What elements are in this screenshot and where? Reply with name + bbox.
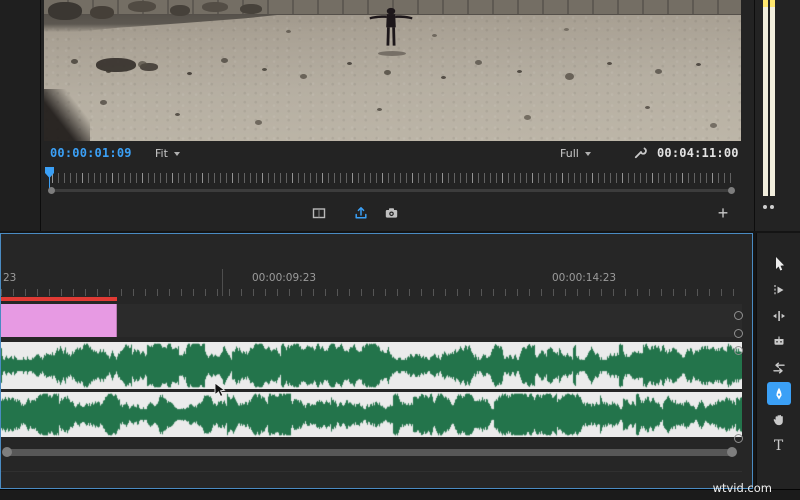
program-monitor-panel: 00:00:01:09 Fit Full 00:04:11:00 + xyxy=(0,0,800,231)
audio-waveform-2[interactable] xyxy=(1,392,742,437)
razor-icon xyxy=(774,336,783,345)
audio-track-1[interactable] xyxy=(1,342,742,389)
plus-icon: + xyxy=(717,203,729,223)
render-bar xyxy=(1,297,117,301)
track-collapse-toggle[interactable] xyxy=(734,346,743,355)
video-clip[interactable] xyxy=(1,304,117,337)
scrollbar-left-handle[interactable] xyxy=(48,187,55,194)
rock xyxy=(240,4,262,14)
add-panel-button[interactable]: + xyxy=(712,202,734,224)
export-frame-button[interactable] xyxy=(380,202,402,224)
playback-resolution-value: Full xyxy=(560,147,579,160)
wrench-icon xyxy=(634,147,647,158)
ruler-label: 23 xyxy=(3,272,17,284)
export-icon xyxy=(355,207,367,219)
scattered-stones xyxy=(44,0,49,3)
rock xyxy=(140,63,158,71)
ruler-marker-tick xyxy=(222,269,223,296)
audio-meter-right xyxy=(770,0,775,196)
audio-meters-panel xyxy=(754,0,800,231)
ripple-edit-tool[interactable] xyxy=(767,304,791,327)
track-collapse-toggle[interactable] xyxy=(734,434,743,443)
monitor-settings-button[interactable] xyxy=(630,144,650,164)
razor-tool[interactable] xyxy=(767,330,791,353)
tools-panel: T xyxy=(756,233,800,489)
rock xyxy=(128,1,156,12)
hand-icon xyxy=(773,414,783,425)
scrollbar-left-handle[interactable] xyxy=(2,447,12,457)
meter-dot xyxy=(770,205,774,209)
track-collapse-toggle[interactable] xyxy=(734,329,743,338)
video-preview xyxy=(44,0,741,141)
audio-track-2[interactable] xyxy=(1,392,742,437)
selection-arrow-icon xyxy=(775,256,784,270)
pen-tool[interactable] xyxy=(766,382,791,405)
monitor-button-bar: + xyxy=(44,197,744,231)
monitor-zoom-scrollbar[interactable] xyxy=(51,189,733,192)
zoom-level-value: Fit xyxy=(155,147,168,160)
hand-tool[interactable] xyxy=(767,408,791,431)
scrollbar-right-handle[interactable] xyxy=(728,187,735,194)
rock xyxy=(90,6,114,19)
comparison-view-icon xyxy=(312,208,326,219)
scrollbar-right-handle[interactable] xyxy=(727,447,737,457)
pen-icon xyxy=(775,387,782,400)
slip-tool[interactable] xyxy=(767,356,791,379)
rock xyxy=(96,58,136,72)
ripple-edit-icon xyxy=(772,310,785,321)
track-divider xyxy=(1,471,742,472)
shadow-corner xyxy=(44,89,90,141)
ruler-ticks xyxy=(1,289,742,296)
chevron-down-icon xyxy=(584,151,591,156)
playback-resolution-dropdown[interactable]: Full xyxy=(560,147,591,160)
type-tool[interactable]: T xyxy=(767,434,791,457)
timeline-panel: 23 00:00:09:23 00:00:14:23 xyxy=(0,233,753,489)
audio-waveform-1[interactable] xyxy=(1,342,742,389)
type-tool-icon: T xyxy=(773,437,784,454)
track-collapse-toggle[interactable] xyxy=(734,311,743,320)
ruler-label: 00:00:09:23 xyxy=(252,272,317,284)
current-timecode[interactable]: 00:00:01:09 xyxy=(50,146,132,160)
rock xyxy=(170,5,190,16)
camera-icon xyxy=(385,208,398,218)
comparison-view-button[interactable] xyxy=(308,202,330,224)
premiere-app: 00:00:01:09 Fit Full 00:04:11:00 + 23 00… xyxy=(0,0,800,500)
rock xyxy=(202,2,228,12)
monitor-controls: 00:00:01:09 Fit Full 00:04:11:00 xyxy=(44,142,744,166)
rock xyxy=(48,2,82,20)
meter-dot xyxy=(763,205,767,209)
watermark: wtvid.com xyxy=(712,481,772,495)
monitor-scrubber[interactable] xyxy=(44,166,744,197)
bottom-bar xyxy=(0,489,800,500)
track-select-icon xyxy=(773,284,783,295)
slip-icon xyxy=(772,362,785,373)
track-select-forward-tool[interactable] xyxy=(767,278,791,301)
left-panel-edge xyxy=(0,0,41,231)
export-button[interactable] xyxy=(350,202,372,224)
duration-timecode: 00:04:11:00 xyxy=(657,146,739,160)
audio-meter-left xyxy=(763,0,768,196)
zoom-level-dropdown[interactable]: Fit xyxy=(155,147,180,160)
timeline-horizontal-scrollbar[interactable] xyxy=(4,449,733,456)
selection-tool[interactable] xyxy=(767,252,791,275)
chevron-down-icon xyxy=(173,151,180,156)
ruler-label: 00:00:14:23 xyxy=(552,272,617,284)
video-track[interactable] xyxy=(1,304,742,337)
person-figure xyxy=(369,7,413,46)
timeline-ruler[interactable]: 23 00:00:09:23 00:00:14:23 xyxy=(1,266,742,297)
scrubber-ticks xyxy=(52,173,732,183)
